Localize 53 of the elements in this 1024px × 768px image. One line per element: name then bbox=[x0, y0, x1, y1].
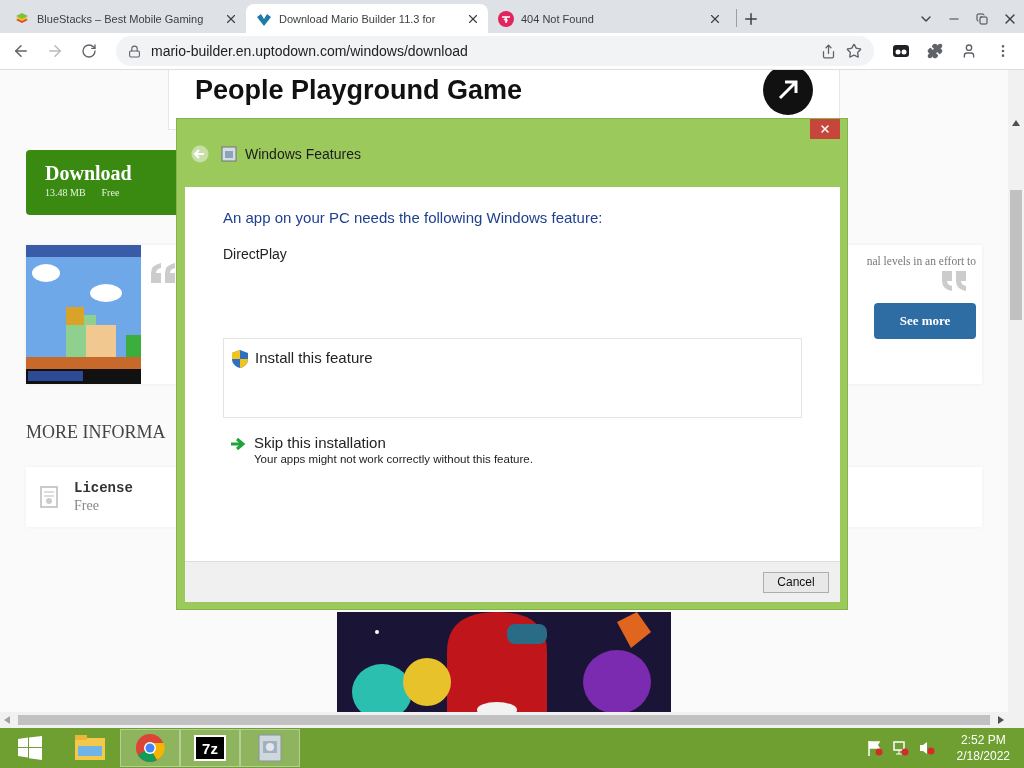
folder-icon bbox=[74, 734, 106, 762]
share-icon[interactable] bbox=[821, 43, 836, 59]
back-icon bbox=[12, 42, 30, 60]
bookmark-icon[interactable] bbox=[846, 43, 862, 59]
lock-icon bbox=[128, 44, 141, 58]
site-icon bbox=[498, 10, 514, 27]
up-arrow-icon[interactable] bbox=[1012, 120, 1020, 126]
forward-icon bbox=[46, 42, 64, 60]
quote-icon bbox=[151, 263, 177, 283]
see-more-button[interactable]: See more bbox=[874, 303, 976, 339]
install-option[interactable]: Install this feature bbox=[223, 338, 802, 418]
puzzle-icon bbox=[927, 43, 943, 59]
document-icon bbox=[40, 486, 58, 508]
skip-option[interactable]: Skip this installation Your apps might not work correctly without this feature. bbox=[223, 434, 802, 465]
window-icon bbox=[221, 146, 237, 162]
chrome-button[interactable] bbox=[120, 729, 180, 767]
info-value: Free bbox=[74, 498, 100, 514]
right-arrow-icon[interactable] bbox=[998, 716, 1004, 724]
left-arrow-icon[interactable] bbox=[4, 716, 10, 724]
browser-tab[interactable]: BlueStacks – Best Mobile Gaming bbox=[4, 4, 246, 33]
address-bar[interactable]: mario-builder.en.uptodown.com/windows/download bbox=[116, 36, 874, 66]
scrollbar-thumb[interactable] bbox=[1010, 190, 1022, 320]
glasses-icon bbox=[893, 44, 909, 58]
reload-icon bbox=[81, 43, 97, 59]
scrollbar-thumb[interactable] bbox=[18, 715, 990, 725]
quote-icon bbox=[942, 271, 968, 291]
dialog-heading: An app on your PC needs the following Windows feature: bbox=[223, 209, 604, 226]
ad-heading: People Playground Game bbox=[195, 75, 523, 106]
browser-tab[interactable]: 404 Not Found bbox=[488, 4, 730, 33]
speaker-icon[interactable] bbox=[918, 740, 935, 756]
sevenzip-button[interactable]: 7z bbox=[180, 729, 240, 767]
info-label: License bbox=[74, 480, 133, 496]
section-heading: MORE INFORMA bbox=[26, 422, 166, 444]
windows-features-button[interactable] bbox=[240, 729, 300, 767]
flag-icon[interactable] bbox=[866, 740, 883, 756]
network-icon[interactable] bbox=[892, 740, 909, 756]
feature-name: DirectPlay bbox=[223, 246, 288, 262]
shield-icon bbox=[231, 349, 249, 369]
chrome-icon bbox=[135, 733, 165, 763]
plus-icon bbox=[742, 10, 760, 28]
window-title: Windows Features bbox=[245, 146, 361, 162]
restore-icon bbox=[976, 13, 988, 25]
close-button[interactable] bbox=[810, 119, 840, 139]
windows-icon bbox=[18, 736, 42, 760]
cancel-button[interactable]: Cancel bbox=[763, 571, 829, 593]
user-icon bbox=[961, 43, 977, 59]
arrow-icon bbox=[230, 437, 246, 451]
browser-tab[interactable]: Download Mario Builder 11.3 for bbox=[246, 4, 488, 33]
vertical-scrollbar[interactable] bbox=[1008, 70, 1024, 728]
close-icon bbox=[819, 123, 831, 135]
review-excerpt: nal levels in an effort to bbox=[866, 255, 976, 267]
installer-icon bbox=[256, 733, 284, 763]
horizontal-scrollbar[interactable] bbox=[0, 712, 1008, 728]
